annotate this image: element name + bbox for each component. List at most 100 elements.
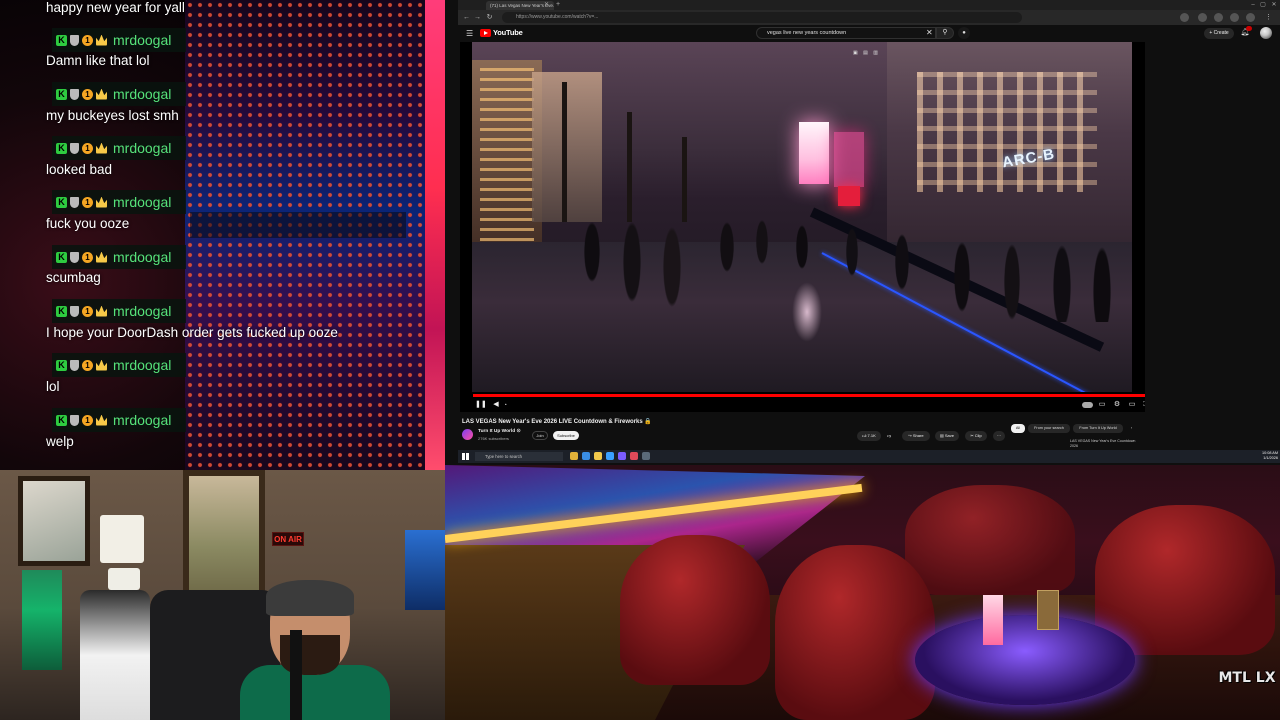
browser-menu-icon[interactable]: ⋮ (1264, 13, 1273, 22)
player-overlay-icons[interactable]: ▣ ▤ ▥ (853, 49, 883, 57)
video-player[interactable]: ARC-B ▣ ▤ ▥ ❚❚ ◀︎ • ▭ ⚙ ▭ ⛶ (460, 42, 1145, 412)
kick-badge-icon: K (56, 305, 67, 317)
framed-picture (18, 476, 90, 566)
pause-icon[interactable]: ❚❚ (475, 400, 487, 410)
voice-search-icon[interactable]: ● (958, 27, 970, 39)
clear-search-icon[interactable]: ✕ (926, 28, 933, 37)
recommended-video-title[interactable]: LAS VEGAS New Year's Eve Countdown 2026 (1070, 439, 1140, 449)
taskbar-app-icon[interactable] (630, 452, 638, 460)
url-field[interactable]: https://www.youtube.com/watch?v=... (502, 12, 1022, 23)
player-controls: ❚❚ ◀︎ • ▭ ⚙ ▭ ⛶ (460, 398, 1145, 412)
chip-from-channel[interactable]: From Turn It Up World (1073, 424, 1123, 433)
streamer (240, 580, 390, 720)
subscribe-button[interactable]: Subscribe (553, 431, 579, 440)
close-window-icon[interactable]: ✕ (1269, 1, 1279, 9)
minimize-icon[interactable]: – (1248, 1, 1258, 9)
chat-username: mrdoogal (113, 86, 172, 102)
file-explorer-icon[interactable] (594, 452, 602, 460)
clip-button[interactable]: ✂ Clip (965, 431, 987, 441)
chat-username: mrdoogal (113, 303, 172, 319)
kick-badge-icon: K (56, 414, 67, 426)
kick-badge-icon: K (56, 196, 67, 208)
channel-avatar[interactable] (462, 429, 473, 440)
chips-next-icon[interactable]: › (1127, 424, 1136, 433)
account-avatar[interactable] (1260, 27, 1272, 39)
reload-icon[interactable]: ↻ (485, 13, 494, 22)
channel-name[interactable]: Turn It Up World ⊙ (478, 429, 520, 434)
hamburger-menu-icon[interactable]: ☰ (466, 29, 473, 38)
kick-badge-icon: K (56, 359, 67, 371)
extension-icon[interactable] (1214, 13, 1223, 22)
maximize-icon[interactable]: ▢ (1258, 1, 1268, 9)
taskbar-app-icon[interactable] (570, 452, 578, 460)
save-label: Save (944, 433, 954, 438)
desktop-capture: (71) Las Vegas New Year's Eve... ✕ + – ▢… (445, 0, 1280, 465)
youtube-logo-icon[interactable] (480, 29, 491, 37)
search-input[interactable]: vegas live new years countdown (756, 27, 936, 39)
subtitles-icon[interactable]: ▭ (1097, 400, 1107, 410)
address-bar: ← → ↻ https://www.youtube.com/watch?v=..… (458, 10, 1280, 25)
new-tab-icon[interactable]: + (556, 1, 564, 9)
crown-badge-icon (96, 196, 107, 208)
chat-username-row: K 1 mrdoogal (52, 82, 186, 106)
like-button[interactable]: 👍︎ 7.1K (857, 431, 881, 441)
close-tab-icon[interactable]: ✕ (544, 1, 552, 9)
live-indicator: • (505, 402, 507, 407)
windows-taskbar: Type here to search 10:08 AM 1/1/2026 (458, 450, 1280, 463)
browser-app-icon[interactable] (606, 452, 614, 460)
crown-badge-icon (96, 359, 107, 371)
tier-one-badge-icon: 1 (82, 359, 93, 371)
channel-logo-watermark: MTL LX (1218, 670, 1276, 686)
crown-badge-icon (96, 414, 107, 426)
kick-badge-icon: K (56, 88, 67, 100)
chat-username-row: K 1 mrdoogal (52, 190, 186, 214)
back-icon[interactable]: ← (462, 13, 471, 22)
fullscreen-icon[interactable]: ⛶ (1141, 400, 1145, 410)
chip-all[interactable]: All (1011, 424, 1025, 433)
youtube-logo-text[interactable]: YouTube (493, 28, 523, 37)
cup-badge-icon (70, 142, 79, 154)
tier-one-badge-icon: 1 (82, 251, 93, 263)
extension-icon[interactable] (1180, 13, 1189, 22)
theater-mode-icon[interactable]: ▭ (1127, 400, 1137, 410)
settings-gear-icon[interactable]: ⚙ (1112, 400, 1122, 410)
chat-username-row: K 1 mrdoogal (52, 136, 186, 160)
taskbar-app-icon[interactable] (582, 452, 590, 460)
taskbar-clock[interactable]: 10:08 AM 1/1/2026 (1248, 451, 1278, 461)
on-air-sign: ON AIR (272, 532, 304, 546)
chat-message: I hope your DoorDash order gets fucked u… (46, 325, 338, 340)
extension-icon[interactable] (1198, 13, 1207, 22)
save-button[interactable]: ▤ Save (935, 431, 959, 441)
menu-card (1037, 590, 1059, 630)
taskbar-app-icon[interactable] (642, 452, 650, 460)
volume-icon[interactable]: ◀︎ (491, 400, 501, 410)
join-button[interactable]: Join (532, 431, 548, 440)
forward-icon[interactable]: → (473, 13, 482, 22)
led-billboard (834, 132, 864, 187)
kick-badge-icon: K (56, 142, 67, 154)
taskbar-search-input[interactable]: Type here to search (475, 452, 563, 461)
create-button[interactable]: + Create (1204, 28, 1234, 39)
share-button[interactable]: ↪ Share (902, 431, 930, 441)
video-title: LAS VEGAS New Year's Eve 2026 LIVE Count… (462, 419, 652, 425)
tier-one-badge-icon: 1 (82, 414, 93, 426)
more-actions-icon[interactable]: ⋯ (993, 431, 1005, 441)
autoplay-toggle[interactable] (1082, 402, 1093, 408)
golf-bag (80, 590, 150, 720)
webcam-feed: ON AIR (0, 470, 445, 720)
kick-badge-icon: K (56, 251, 67, 263)
profile-icon[interactable] (1246, 13, 1255, 22)
chip-from-your-search[interactable]: From your search (1028, 424, 1070, 433)
extension-icon[interactable] (1230, 13, 1239, 22)
kick-badge-icon: K (56, 34, 67, 46)
chat-message: lol (46, 379, 60, 394)
progress-bar[interactable] (473, 394, 1145, 397)
windows-start-icon[interactable] (462, 453, 469, 460)
taskbar-app-icon[interactable] (618, 452, 626, 460)
lounge-background-scene: MTL LX (445, 465, 1280, 720)
dislike-icon[interactable]: 👎︎ (885, 431, 893, 441)
crown-badge-icon (96, 305, 107, 317)
search-icon[interactable]: ⚲ (936, 27, 954, 39)
chat-username-row: K 1 mrdoogal (52, 245, 186, 269)
tier-one-badge-icon: 1 (82, 142, 93, 154)
